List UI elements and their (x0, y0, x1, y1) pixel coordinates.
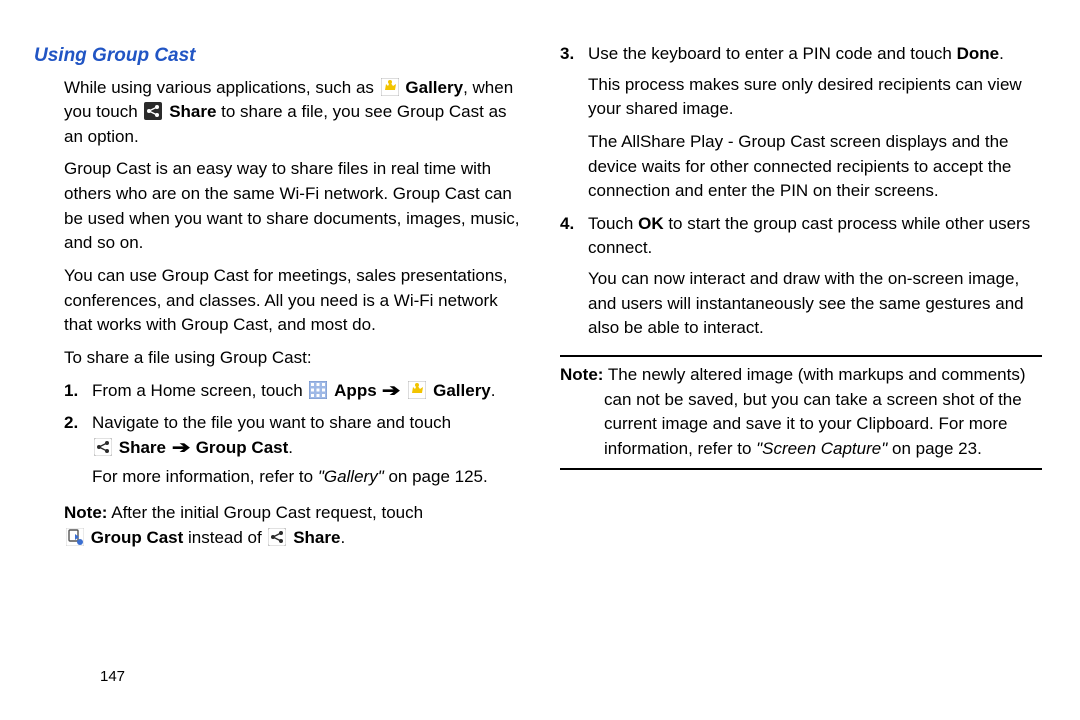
text: on page 23. (887, 439, 982, 458)
text: While using various applications, such a… (64, 78, 379, 97)
text: From a Home screen, touch (92, 381, 307, 400)
steps-list-right: 3. Use the keyboard to enter a PIN code … (560, 42, 1042, 341)
page-number: 147 (100, 666, 125, 688)
step-number: 4. (560, 212, 574, 237)
text: on page 125. (384, 467, 488, 486)
intro-para-1: While using various applications, such a… (64, 76, 520, 150)
share-icon (144, 102, 162, 120)
ref-link: "Screen Capture" (756, 439, 887, 458)
step-2: 2. Navigate to the file you want to shar… (64, 411, 520, 489)
note-label: Note: (560, 365, 603, 384)
gallery-icon (408, 381, 426, 399)
note-text: Note: The newly altered image (with mark… (560, 363, 1042, 462)
arrow-icon: ➔ (172, 436, 191, 461)
gallery-icon (381, 78, 399, 96)
intro-para-2: Group Cast is an easy way to share files… (64, 157, 520, 256)
text: . (491, 381, 496, 400)
text: . (340, 528, 345, 547)
note-label: Note: (64, 503, 107, 522)
right-column: 3. Use the keyboard to enter a PIN code … (540, 42, 1046, 665)
share-icon (268, 528, 286, 546)
step-1: 1. From a Home screen, touch Apps ➔ Gall… (64, 379, 520, 404)
done-label: Done (957, 44, 1000, 63)
ok-label: OK (638, 214, 664, 233)
text: instead of (183, 528, 266, 547)
intro-para-4: To share a file using Group Cast: (64, 346, 520, 371)
step-number: 2. (64, 411, 78, 436)
text: Use the keyboard to enter a PIN code and… (588, 44, 957, 63)
text: . (288, 438, 293, 457)
inline-note: Note: After the initial Group Cast reque… (64, 501, 520, 550)
intro-para-3: You can use Group Cast for meetings, sal… (64, 264, 520, 338)
apps-label: Apps (334, 381, 377, 400)
text: Navigate to the file you want to share a… (92, 413, 451, 432)
step-3-para-3: The AllShare Play - Group Cast screen di… (588, 130, 1042, 204)
apps-icon (309, 381, 327, 399)
text: For more information, refer to (92, 467, 318, 486)
ref-link: "Gallery" (318, 467, 384, 486)
step-3: 3. Use the keyboard to enter a PIN code … (560, 42, 1042, 204)
share-label: Share (293, 528, 340, 547)
arrow-icon: ➔ (382, 379, 401, 404)
step-number: 3. (560, 42, 574, 67)
groupcast-label: Group Cast (91, 528, 184, 547)
step-number: 1. (64, 379, 78, 404)
groupcast-icon (66, 528, 84, 546)
step-4-para-2: You can now interact and draw with the o… (588, 267, 1042, 341)
share-label: Share (119, 438, 166, 457)
left-column: Using Group Cast While using various app… (34, 42, 540, 665)
gallery-label: Gallery (405, 78, 463, 97)
note-block: Note: The newly altered image (with mark… (560, 355, 1042, 470)
text: . (999, 44, 1004, 63)
section-heading: Using Group Cast (34, 42, 520, 70)
gallery-label: Gallery (433, 381, 491, 400)
text: After the initial Group Cast request, to… (107, 503, 423, 522)
steps-list-left: 1. From a Home screen, touch Apps ➔ Gall… (64, 379, 520, 490)
step-3-para-2: This process makes sure only desired rec… (588, 73, 1042, 122)
step-4: 4. Touch OK to start the group cast proc… (560, 212, 1042, 341)
text: Touch (588, 214, 638, 233)
share-icon (94, 438, 112, 456)
share-label: Share (169, 102, 216, 121)
groupcast-label: Group Cast (196, 438, 289, 457)
